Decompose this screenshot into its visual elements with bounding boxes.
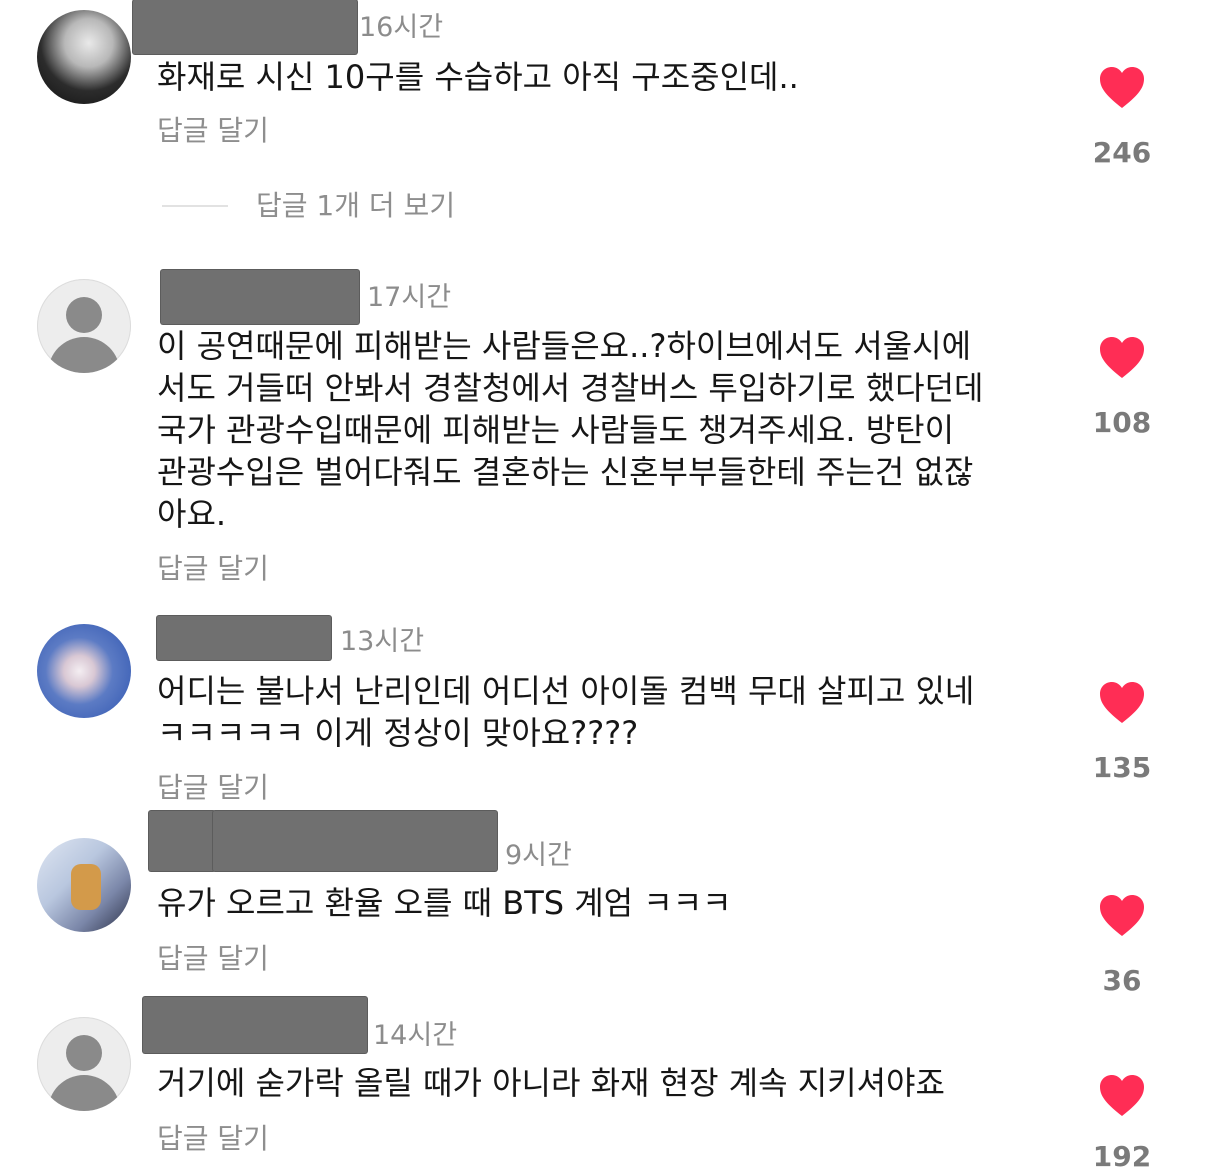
default-avatar-body [48,337,120,373]
username-redacted[interactable] [133,0,357,54]
heart-icon[interactable] [1098,66,1146,110]
username-redacted[interactable] [161,270,359,324]
reply-button[interactable]: 답글 달기 [157,943,269,975]
avatar[interactable] [37,1017,131,1111]
like-count: 246 [1092,136,1152,169]
username-redacted[interactable] [213,811,497,871]
avatar[interactable] [37,624,131,718]
like-count: 36 [1102,964,1142,997]
default-avatar-head [66,297,102,333]
comment-text: 이 공연때문에 피해받는 사람들은요..?하이브에서도 서울시에 서도 거들떠 … [157,327,984,533]
avatar[interactable] [37,838,131,932]
comment-text: 화재로 시신 10구를 수습하고 아직 구조중인데.. [157,58,799,96]
reply-button[interactable]: 답글 달기 [157,772,269,804]
reply-button[interactable]: 답글 달기 [157,115,269,147]
default-avatar-body [48,1075,120,1111]
heart-icon[interactable] [1098,1074,1146,1118]
comment-time: 17시간 [367,282,452,313]
comment-text: 어디는 불나서 난리인데 어디선 아이돌 컴백 무대 살피고 있네 ㅋㅋㅋㅋㅋ … [157,672,975,752]
reply-button[interactable]: 답글 달기 [157,553,269,585]
avatar[interactable] [37,279,131,373]
like-count: 135 [1092,751,1152,784]
comment-text: 유가 오르고 환율 오를 때 BTS 계엄 ㅋㅋㅋ [157,884,732,922]
comment-text: 거기에 숟가락 올릴 때가 아니라 화재 현장 계속 지키셔야죠 [157,1064,945,1102]
comment-time: 14시간 [373,1020,458,1051]
comment-time: 13시간 [340,626,425,657]
view-more-replies-button[interactable]: 답글 1개 더 보기 [256,190,455,222]
heart-icon[interactable] [1098,894,1146,938]
heart-icon[interactable] [1098,336,1146,380]
avatar[interactable] [37,10,131,104]
like-count: 108 [1092,406,1152,439]
heart-icon[interactable] [1098,681,1146,725]
username-redacted[interactable] [143,997,367,1053]
comment-time: 16시간 [359,12,444,43]
like-count: 192 [1092,1140,1152,1173]
reply-button[interactable]: 답글 달기 [157,1123,269,1155]
avatar-figure [71,864,101,910]
username-redacted[interactable] [149,811,215,871]
divider-line [162,205,228,207]
comment-time: 9시간 [505,840,572,871]
username-redacted[interactable] [157,616,331,660]
default-avatar-head [66,1035,102,1071]
